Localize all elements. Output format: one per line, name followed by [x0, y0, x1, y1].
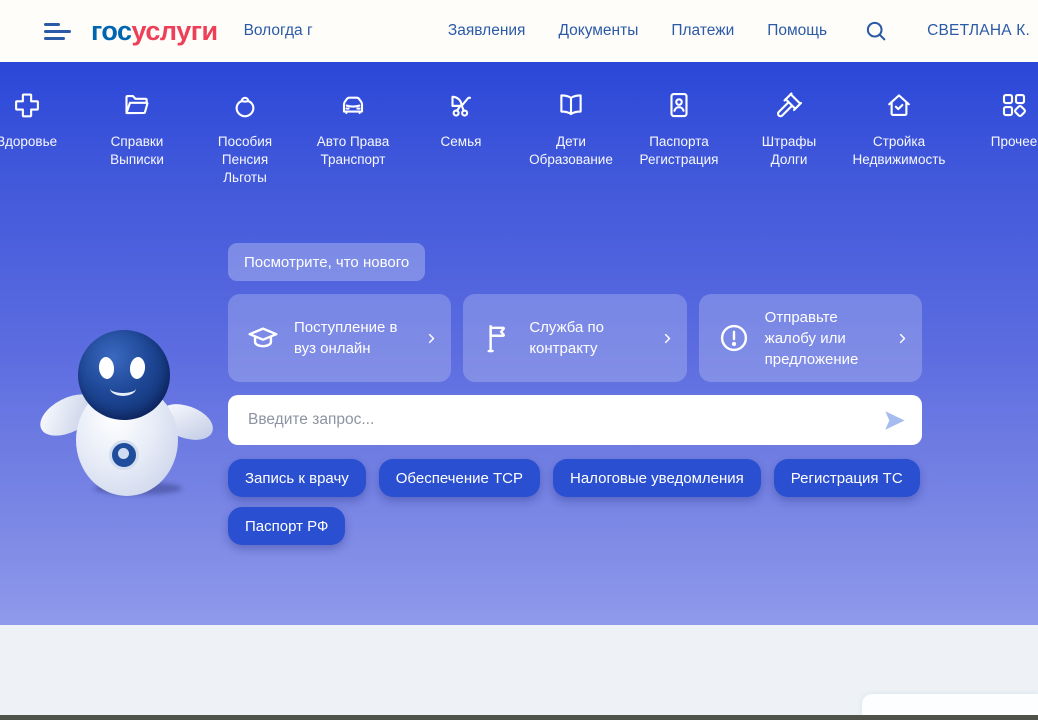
chevron-right-icon: [660, 331, 675, 346]
folder-open-icon: [122, 90, 152, 120]
card-title: Поступление в вуз онлайн: [294, 317, 410, 359]
card-zhaloba-predlozhenie[interactable]: Отправьте жалобу или предложение: [699, 294, 922, 382]
menu-icon[interactable]: [44, 23, 71, 40]
category-label: Семья: [441, 133, 482, 151]
exclamation-circle-icon: [717, 321, 751, 355]
purse-icon: [230, 90, 260, 120]
category-label: Пособия Пенсия Льготы: [218, 133, 272, 186]
top-header: госуслуги Вологда г Заявления Документы …: [0, 0, 1038, 62]
category-label: Авто Права Транспорт: [317, 133, 389, 169]
robot-max-mascot: [38, 326, 208, 498]
location-selector[interactable]: Вологда г: [244, 22, 313, 40]
card-title: Служба по контракту: [529, 317, 645, 359]
category-stroyka[interactable]: Стройка Недвижимость: [833, 90, 965, 169]
whats-new-button[interactable]: Посмотрите, что нового: [228, 243, 425, 281]
card-vuz-online[interactable]: Поступление в вуз онлайн: [228, 294, 451, 382]
gosuslugi-logo[interactable]: госуслуги: [91, 16, 218, 47]
search-icon[interactable]: [863, 18, 889, 44]
main-banner: Здоровье Справки Выписки Пособия Пенсия …: [0, 62, 1038, 625]
category-label: Справки Выписки: [110, 133, 164, 169]
content-below-banner: [0, 625, 1038, 715]
category-label: Стройка Недвижимость: [853, 133, 946, 169]
flag-icon: [481, 321, 515, 355]
header-nav: Заявления Документы Платежи Помощь: [448, 22, 827, 40]
suggestion-chips-row-1: Запись к врачу Обеспечение ТСР Налоговые…: [228, 459, 920, 497]
graduation-cap-icon: [246, 321, 280, 355]
nav-platezhi[interactable]: Платежи: [671, 22, 734, 40]
card-sluzhba-po-kontraktu[interactable]: Служба по контракту: [463, 294, 686, 382]
chip-registratsiya-ts[interactable]: Регистрация ТС: [774, 459, 920, 497]
chevron-right-icon: [895, 331, 910, 346]
mascot-smile: [110, 378, 136, 396]
assistant-query-input[interactable]: [246, 410, 881, 430]
health-cross-icon: [12, 90, 42, 120]
category-label: Прочее: [991, 133, 1037, 151]
card-title: Отправьте жалобу или предложение: [765, 307, 881, 370]
category-label: Паспорта Регистрация: [640, 133, 719, 169]
chip-pasport-rf[interactable]: Паспорт РФ: [228, 507, 345, 545]
gavel-icon: [774, 90, 804, 120]
category-label: Здоровье: [0, 133, 57, 151]
nav-dokumenty[interactable]: Документы: [558, 22, 638, 40]
mascot-head: [78, 330, 170, 420]
category-label: Дети Образование: [529, 133, 613, 169]
stroller-icon: [446, 90, 476, 120]
passport-icon: [664, 90, 694, 120]
chevron-right-icon: [424, 331, 439, 346]
bottom-bar: [0, 715, 1038, 720]
chip-nalogovye-uvedomleniya[interactable]: Налоговые уведомления: [553, 459, 761, 497]
mascot-chest-button: [109, 440, 139, 470]
house-check-icon: [884, 90, 914, 120]
logo-text-blue: гос: [91, 16, 132, 46]
grid-icon: [999, 90, 1029, 120]
category-label: Штрафы Долги: [762, 133, 816, 169]
suggestion-chips-row-2: Паспорт РФ: [228, 507, 345, 545]
open-book-icon: [556, 90, 586, 120]
car-icon: [338, 90, 368, 120]
send-arrow-icon[interactable]: [881, 407, 908, 434]
nav-pomosch[interactable]: Помощь: [767, 22, 827, 40]
bottom-right-panel: [862, 694, 1038, 715]
gosuslugi-home-page: госуслуги Вологда г Заявления Документы …: [0, 0, 1038, 720]
mascot-eye: [129, 356, 146, 379]
logo-text-red: услуги: [132, 16, 218, 46]
chip-obespechenie-tsr[interactable]: Обеспечение ТСР: [379, 459, 540, 497]
promo-cards: Поступление в вуз онлайн Служба по контр…: [228, 294, 922, 382]
nav-zayavleniya[interactable]: Заявления: [448, 22, 526, 40]
chip-zapis-k-vrachu[interactable]: Запись к врачу: [228, 459, 366, 497]
category-prochee[interactable]: Прочее: [948, 90, 1038, 151]
user-menu[interactable]: СВЕТЛАНА К.: [927, 22, 1030, 40]
assistant-search-bar: [228, 395, 922, 445]
mascot-eye: [98, 356, 115, 379]
